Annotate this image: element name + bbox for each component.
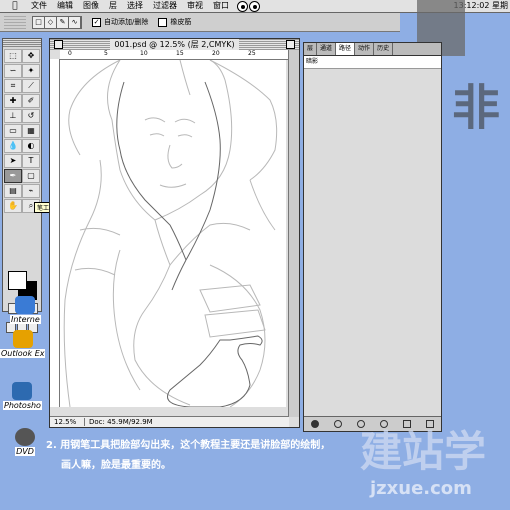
dvd-disc-icon bbox=[15, 428, 35, 446]
ruler-mark: 5 bbox=[104, 50, 108, 57]
move-tool-icon[interactable]: ✥ bbox=[22, 49, 40, 63]
foreground-color-swatch[interactable] bbox=[8, 271, 27, 290]
document-title: 001.psd @ 12.5% (层 2,CMYK) bbox=[110, 39, 239, 50]
history-brush-tool-icon[interactable]: ↺ bbox=[22, 109, 40, 123]
ruler-mark: 10 bbox=[140, 50, 148, 57]
hand-tool-icon[interactable]: ✋ bbox=[4, 199, 22, 213]
document-titlebar[interactable]: 001.psd @ 12.5% (层 2,CMYK) bbox=[50, 39, 299, 50]
doc-size[interactable]: Doc: 45.9M/92.9M bbox=[84, 418, 179, 426]
watermark-char: 非 bbox=[452, 80, 501, 136]
close-box-icon[interactable] bbox=[54, 40, 63, 49]
internet-explorer-icon bbox=[15, 296, 36, 314]
desktop-icon-photoshop[interactable]: Photosho bbox=[3, 382, 42, 410]
horizontal-ruler: 0 5 10 15 20 25 bbox=[60, 50, 289, 60]
color-swatches[interactable] bbox=[8, 271, 38, 300]
desktop-icon-label: Interne bbox=[10, 315, 41, 324]
tab-actions[interactable]: 动作 bbox=[355, 43, 375, 55]
rubber-band-label: 橡皮筋 bbox=[170, 18, 192, 26]
outlook-express-icon bbox=[12, 330, 33, 348]
tab-history[interactable]: 历史 bbox=[374, 43, 394, 55]
ruler-mark: 0 bbox=[68, 50, 72, 57]
blur-tool-icon[interactable]: 💧 bbox=[4, 139, 22, 153]
desktop-icon-label: DVD bbox=[15, 447, 35, 456]
tab-paths[interactable]: 路径 bbox=[336, 43, 356, 55]
desktop-icon-label: Photosho bbox=[3, 401, 42, 410]
pen-mode-buttons: □ ◇ ✎ ∿ bbox=[32, 15, 82, 29]
zoom-level[interactable]: 12.5% bbox=[50, 418, 84, 426]
tab-channels[interactable]: 通道 bbox=[317, 43, 337, 55]
checkbox-checked-icon[interactable]: ✓ bbox=[92, 17, 101, 27]
pen-mode-shape-icon[interactable]: □ bbox=[33, 16, 45, 28]
ruler-mark: 25 bbox=[248, 50, 256, 57]
slice-tool-icon[interactable]: ⟋ bbox=[22, 79, 40, 93]
ruler-mark: 15 bbox=[176, 50, 184, 57]
document-statusbar: 12.5% Doc: 45.9M/92.9M bbox=[50, 416, 289, 427]
path-select-tool-icon[interactable]: ➤ bbox=[4, 154, 22, 168]
auto-add-delete-checkbox[interactable]: ✓ 自动添加/删除 bbox=[92, 17, 148, 27]
ruler-mark: 20 bbox=[212, 50, 220, 57]
toolbox-titlebar[interactable] bbox=[3, 39, 41, 47]
eyedropper-tool-icon[interactable]: ⌁ bbox=[22, 184, 40, 198]
gradient-tool-icon[interactable]: ▦ bbox=[22, 124, 40, 138]
line-art-drawing bbox=[63, 60, 278, 407]
desktop-icon-dvd[interactable]: DVD bbox=[15, 428, 35, 456]
stroke-path-icon[interactable] bbox=[334, 420, 343, 428]
toolbox: ⬚ ✥ ∽ ✦ ⌗ ⟋ ✚ ✐ ⊥ ↺ ▭ ▦ 💧 ◐ ➤ T ✒ ▢ ▤ ⌁ … bbox=[2, 38, 42, 333]
lasso-tool-icon[interactable]: ∽ bbox=[4, 64, 22, 78]
desktop-icon-label: Outlook Ex bbox=[0, 349, 46, 358]
heal-tool-icon[interactable]: ✚ bbox=[4, 94, 22, 108]
document-window: 001.psd @ 12.5% (层 2,CMYK) 0 5 10 15 20 … bbox=[49, 38, 300, 428]
magic-wand-tool-icon[interactable]: ✦ bbox=[22, 64, 40, 78]
brush-tool-icon[interactable]: ✐ bbox=[22, 94, 40, 108]
freeform-pen-icon[interactable]: ∿ bbox=[69, 16, 81, 28]
menu-image[interactable]: 图像 bbox=[83, 0, 99, 12]
path-row[interactable]: 暗影 bbox=[304, 56, 441, 69]
menu-window[interactable]: 窗口 bbox=[213, 0, 229, 12]
options-bar-grip[interactable] bbox=[4, 15, 26, 29]
menu-select[interactable]: 选择 bbox=[127, 0, 143, 12]
desktop-icon-outlook[interactable]: Outlook Ex bbox=[0, 330, 46, 358]
pen-tool-icon[interactable]: ✎ bbox=[57, 16, 69, 28]
pen-mode-path-icon[interactable]: ◇ bbox=[45, 16, 57, 28]
checkbox-unchecked-icon[interactable] bbox=[158, 17, 168, 27]
eraser-tool-icon[interactable]: ▭ bbox=[4, 124, 22, 138]
type-tool-icon[interactable]: T bbox=[22, 154, 40, 168]
caption-line-1: 2. 用钢笔工具把脸部勾出来，这个教程主要还是讲脸部的绘制， bbox=[46, 440, 331, 451]
vertical-scrollbar[interactable] bbox=[288, 50, 299, 417]
paths-panel: 层 通道 路径 动作 历史 暗影 bbox=[303, 42, 442, 432]
photoshop-icon bbox=[12, 382, 33, 400]
menu-filter[interactable]: 过滤器 bbox=[153, 0, 177, 12]
xeyes-icon bbox=[237, 0, 260, 12]
zoom-box-icon[interactable] bbox=[286, 40, 295, 49]
menu-layer[interactable]: 层 bbox=[109, 0, 117, 12]
rubber-band-checkbox[interactable]: 橡皮筋 bbox=[158, 17, 191, 27]
fill-path-icon[interactable] bbox=[311, 420, 320, 428]
desktop-icon-internet[interactable]: Interne bbox=[10, 296, 41, 324]
menu-view[interactable]: 审视 bbox=[187, 0, 203, 12]
notes-tool-icon[interactable]: ▤ bbox=[4, 184, 22, 198]
vertical-ruler bbox=[50, 59, 60, 407]
options-bar: □ ◇ ✎ ∿ ✓ 自动添加/删除 橡皮筋 bbox=[0, 13, 400, 32]
stamp-tool-icon[interactable]: ⊥ bbox=[4, 109, 22, 123]
dodge-tool-icon[interactable]: ◐ bbox=[22, 139, 40, 153]
crop-tool-icon[interactable]: ⌗ bbox=[4, 79, 22, 93]
menu-edit[interactable]: 编辑 bbox=[57, 0, 73, 12]
pen-tool-icon[interactable]: ✒ bbox=[4, 169, 22, 183]
panel-tabs: 层 通道 路径 动作 历史 bbox=[304, 43, 441, 56]
tutorial-caption: 2. 用钢笔工具把脸部勾出来，这个教程主要还是讲脸部的绘制， 画人嘛，脸是最重要… bbox=[46, 436, 411, 496]
marquee-tool-icon[interactable]: ⬚ bbox=[4, 49, 22, 63]
shape-tool-icon[interactable]: ▢ bbox=[22, 169, 40, 183]
caption-line-2: 画人嘛，脸是最重要的。 bbox=[61, 460, 171, 471]
apple-menu-icon[interactable]:  bbox=[9, 1, 21, 11]
tab-layers[interactable]: 层 bbox=[304, 43, 318, 55]
document-canvas[interactable] bbox=[60, 60, 286, 407]
auto-add-delete-label: 自动添加/删除 bbox=[104, 18, 149, 26]
menu-file[interactable]: 文件 bbox=[31, 0, 47, 12]
